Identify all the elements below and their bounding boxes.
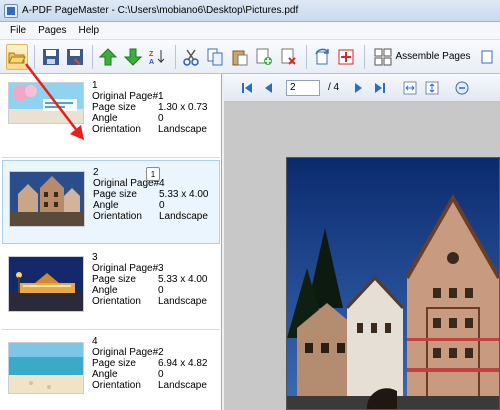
angle-label: Angle [92,369,118,380]
angle-value: 0 [158,369,164,380]
paste-icon [232,50,248,65]
app-icon [4,3,18,18]
previous-page-icon [265,82,272,93]
page-size-value: 5.33 x 4.00 [159,189,209,200]
arrow-down-icon [123,48,142,66]
page-size-value: 5.33 x 4.00 [158,274,208,285]
next-page-button[interactable] [349,79,367,97]
original-page-label: Original Page# [92,347,159,358]
svg-text:A: A [149,59,154,66]
toolbar-separator [305,44,307,69]
page-size-label: Page size [92,274,136,285]
orientation-label: Orientation [92,296,141,307]
original-page-value: 3 [158,263,164,274]
delete-page-icon [281,48,296,65]
page-size-value: 1.30 x 0.73 [158,102,208,113]
page-size-label: Page size [93,189,137,200]
fit-width-button[interactable] [401,79,419,97]
extract-icon [338,49,354,64]
rotate-button[interactable] [311,44,333,70]
page-total-label: / 4 [328,82,340,93]
fit-width-icon [403,81,417,94]
menu-help[interactable]: Help [72,22,105,40]
insert-page-icon [256,48,273,65]
rotate-icon [315,48,329,64]
thumbnail-number: 4 [92,336,98,347]
zoom-out-button[interactable] [453,79,471,97]
paste-button[interactable] [228,44,250,70]
drag-tooltip: 1 [146,167,160,181]
angle-value: 0 [158,113,164,124]
thumbnail-number: 3 [92,252,98,263]
thumbnail-item-3[interactable]: 3 Original Page# 3 Page size 5.33 x 4.00… [2,246,220,330]
sort-az-icon: ZA [149,49,165,66]
copy-icon [207,48,223,65]
thumbnail-number: 2 [93,167,99,178]
page-preview [286,157,500,410]
orientation-label: Orientation [93,211,142,222]
window-title: A-PDF PageMaster - C:\Users\mobiano6\Des… [22,5,299,16]
original-page-label: Original Page# [92,263,159,274]
assemble-icon [374,48,391,65]
orientation-label: Orientation [92,380,141,391]
page-number-input[interactable] [286,79,320,96]
menu-bar: File Pages Help [0,22,500,40]
thumbnail-item-2[interactable]: 2 Original Page# 4 Page size 5.33 x 4.00… [2,160,220,244]
thumbnail-image-3 [8,256,84,312]
delete-button[interactable] [277,44,299,70]
extract-button[interactable] [335,44,357,70]
original-page-value: 2 [158,347,164,358]
more-button[interactable] [476,44,498,70]
title-bar: A-PDF PageMaster - C:\Users\mobiano6\Des… [0,0,500,22]
orientation-value: Landscape [158,124,207,135]
next-page-icon [355,82,363,93]
orientation-value: Landscape [158,296,207,307]
last-page-icon [375,82,386,93]
options-icon [481,50,493,63]
move-up-button[interactable] [97,44,119,70]
angle-label: Angle [93,200,119,211]
sort-button[interactable]: ZA [146,44,168,70]
first-page-icon [242,82,252,93]
last-page-button[interactable] [371,79,389,97]
original-page-label: Original Page# [92,91,159,102]
insert-button[interactable] [253,44,275,70]
page-size-value: 6.94 x 4.82 [158,358,208,369]
fit-height-icon [425,81,439,94]
toolbar-separator [174,44,176,69]
menu-file[interactable]: File [4,22,32,40]
svg-text:Z: Z [149,51,154,58]
copy-button[interactable] [204,44,226,70]
toolbar-separator [363,44,365,69]
page-preview-image [287,158,499,409]
zoom-out-icon [455,81,469,94]
tooltip-text: 1 [150,169,156,179]
page-size-label: Page size [92,358,136,369]
angle-value: 0 [159,200,165,211]
move-down-button[interactable] [122,44,144,70]
page-navigation-bar: / 4 [224,74,500,102]
scissors-icon [182,49,199,66]
assemble-pages-label: Assemble Pages [395,51,471,62]
thumbnail-image-2 [9,171,85,227]
arrow-up-icon [99,47,118,65]
angle-label: Angle [92,285,118,296]
orientation-value: Landscape [159,211,208,222]
thumbnail-image-4 [8,342,84,394]
fit-height-button[interactable] [423,79,441,97]
page-viewer[interactable] [224,102,500,410]
thumbnail-item-4[interactable]: 4 Original Page# 2 Page size 6.94 x 4.82… [2,330,220,410]
cut-button[interactable] [179,44,201,70]
previous-page-button[interactable] [260,79,278,97]
original-page-value: 1 [158,91,164,102]
annotation-arrow [25,63,84,140]
orientation-value: Landscape [158,380,207,391]
assemble-pages-button[interactable]: Assemble Pages [369,44,476,70]
angle-value: 0 [158,285,164,296]
first-page-button[interactable] [238,79,256,97]
menu-pages[interactable]: Pages [32,22,72,40]
